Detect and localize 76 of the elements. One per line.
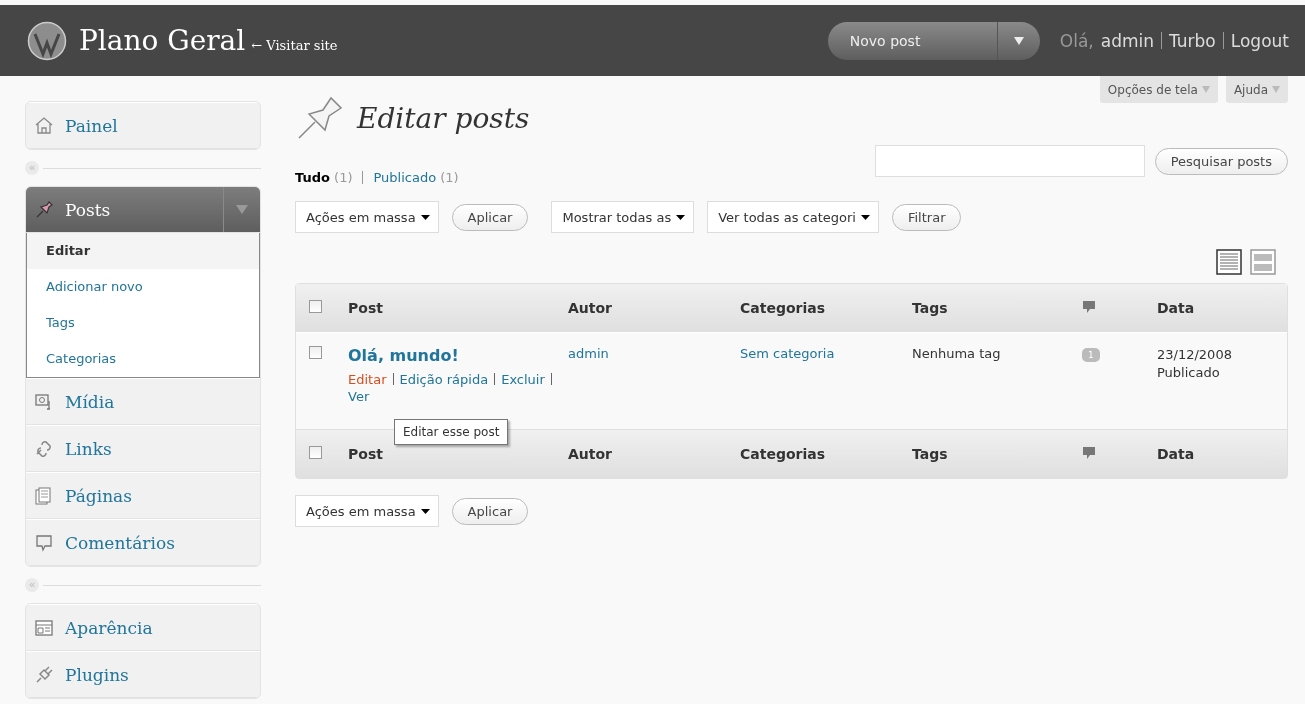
layout-window-icon (34, 617, 54, 638)
sidebar-menu-item[interactable]: Plugins (26, 651, 260, 698)
column-header[interactable]: Data (1157, 446, 1195, 462)
column-header[interactable]: Data (1157, 300, 1195, 316)
table-cell-text: 23/12/2008 (1157, 346, 1233, 364)
user-link[interactable]: admin (1100, 30, 1154, 51)
row-action-link[interactable]: Ver (348, 389, 370, 404)
column-header[interactable]: Categorias (740, 446, 826, 462)
wordpress-logo-icon (27, 20, 67, 61)
search-button[interactable]: Pesquisar posts (1154, 147, 1288, 175)
dropdown-caret-icon (420, 214, 430, 220)
sidebar-menu-item[interactable]: Links (26, 425, 260, 472)
submenu-item[interactable]: Tags (27, 305, 259, 341)
speech-bubble-icon (34, 532, 54, 553)
dropdown-caret-icon (1201, 86, 1210, 93)
speech-bubble-icon (1082, 299, 1096, 314)
dropdown-caret-icon (860, 214, 870, 220)
action-button[interactable]: Aplicar (451, 497, 529, 525)
dropdown-caret-icon (420, 508, 430, 514)
visit-site-link[interactable]: ← Visitar site (251, 38, 338, 53)
excerpt-view-icon[interactable] (1250, 249, 1276, 275)
pages-icon (34, 485, 54, 506)
checkbox[interactable] (309, 300, 322, 313)
column-header[interactable]: Categorias (740, 300, 826, 316)
column-header[interactable]: Autor (568, 446, 613, 462)
row-action-link[interactable]: Excluir (501, 372, 545, 387)
sidebar-menu-item[interactable]: Posts (26, 187, 260, 233)
submenu-item[interactable]: Categorias (27, 341, 259, 377)
new-post-button[interactable]: Novo post (827, 21, 1040, 60)
dropdown-caret-icon (676, 214, 686, 220)
dropdown-select[interactable]: Ações em massa (295, 201, 439, 233)
sidebar-menu-item[interactable]: Painel (26, 102, 260, 149)
header-link[interactable]: Turbo (1169, 30, 1216, 51)
house-icon (34, 115, 54, 136)
screen-tab[interactable]: Opções de tela (1099, 76, 1218, 103)
submenu-item[interactable]: Editar (27, 233, 259, 269)
filter-link[interactable]: Tudo (1) (295, 170, 353, 185)
column-header[interactable]: Autor (568, 300, 613, 316)
column-header[interactable]: Post (348, 446, 383, 462)
search-field[interactable] (874, 145, 1145, 177)
tooltip: Editar esse post (394, 419, 509, 445)
sidebar-menu-item[interactable]: Aparência (26, 604, 260, 651)
sidebar-menu-item[interactable]: Mídia (26, 378, 260, 425)
site-title: Plano Geral (79, 24, 246, 57)
chain-link-icon (34, 438, 54, 459)
submenu-item[interactable]: Adicionar novo (27, 269, 259, 305)
list-view-icon[interactable] (1216, 249, 1242, 275)
screen-tab[interactable]: Ajuda (1225, 76, 1288, 103)
checkbox[interactable] (309, 446, 322, 459)
sidebar-menu-item[interactable]: Páginas (26, 472, 260, 519)
pushpin-icon (34, 199, 54, 220)
dropdown-select[interactable]: Ver todas as categori (707, 201, 879, 233)
dropdown-select[interactable]: Ações em massa (295, 495, 439, 527)
speech-bubble-icon (1082, 445, 1096, 460)
table-cell-text: Publicado (1157, 364, 1221, 382)
checkbox[interactable] (309, 346, 322, 359)
row-action-link[interactable]: Edição rápida (399, 372, 489, 387)
header-link[interactable]: Logout (1230, 30, 1289, 51)
filter-link[interactable]: Publicado (1) (373, 170, 459, 185)
plug-icon (34, 664, 54, 685)
page-title: Editar posts (357, 101, 530, 135)
table-cell: Nenhuma tag (912, 346, 1001, 361)
row-action-link[interactable]: Editar (348, 372, 387, 387)
action-button[interactable]: Filtrar (891, 203, 962, 231)
sidebar-menu-item[interactable]: Comentários (26, 519, 260, 566)
column-header[interactable]: Tags (912, 446, 948, 462)
greeting-text: Olá, (1059, 30, 1094, 51)
column-header[interactable]: Post (348, 300, 383, 316)
dropdown-caret-icon (236, 205, 248, 214)
author-link[interactable]: admin (568, 346, 609, 361)
dropdown-caret-icon (1272, 86, 1280, 93)
category-link[interactable]: Sem categoria (740, 346, 835, 361)
action-button[interactable]: Aplicar (451, 203, 529, 231)
column-header[interactable]: Tags (912, 300, 948, 316)
dropdown-select[interactable]: Mostrar todas as (551, 201, 695, 233)
post-title-link[interactable]: Olá, mundo! (348, 346, 568, 365)
